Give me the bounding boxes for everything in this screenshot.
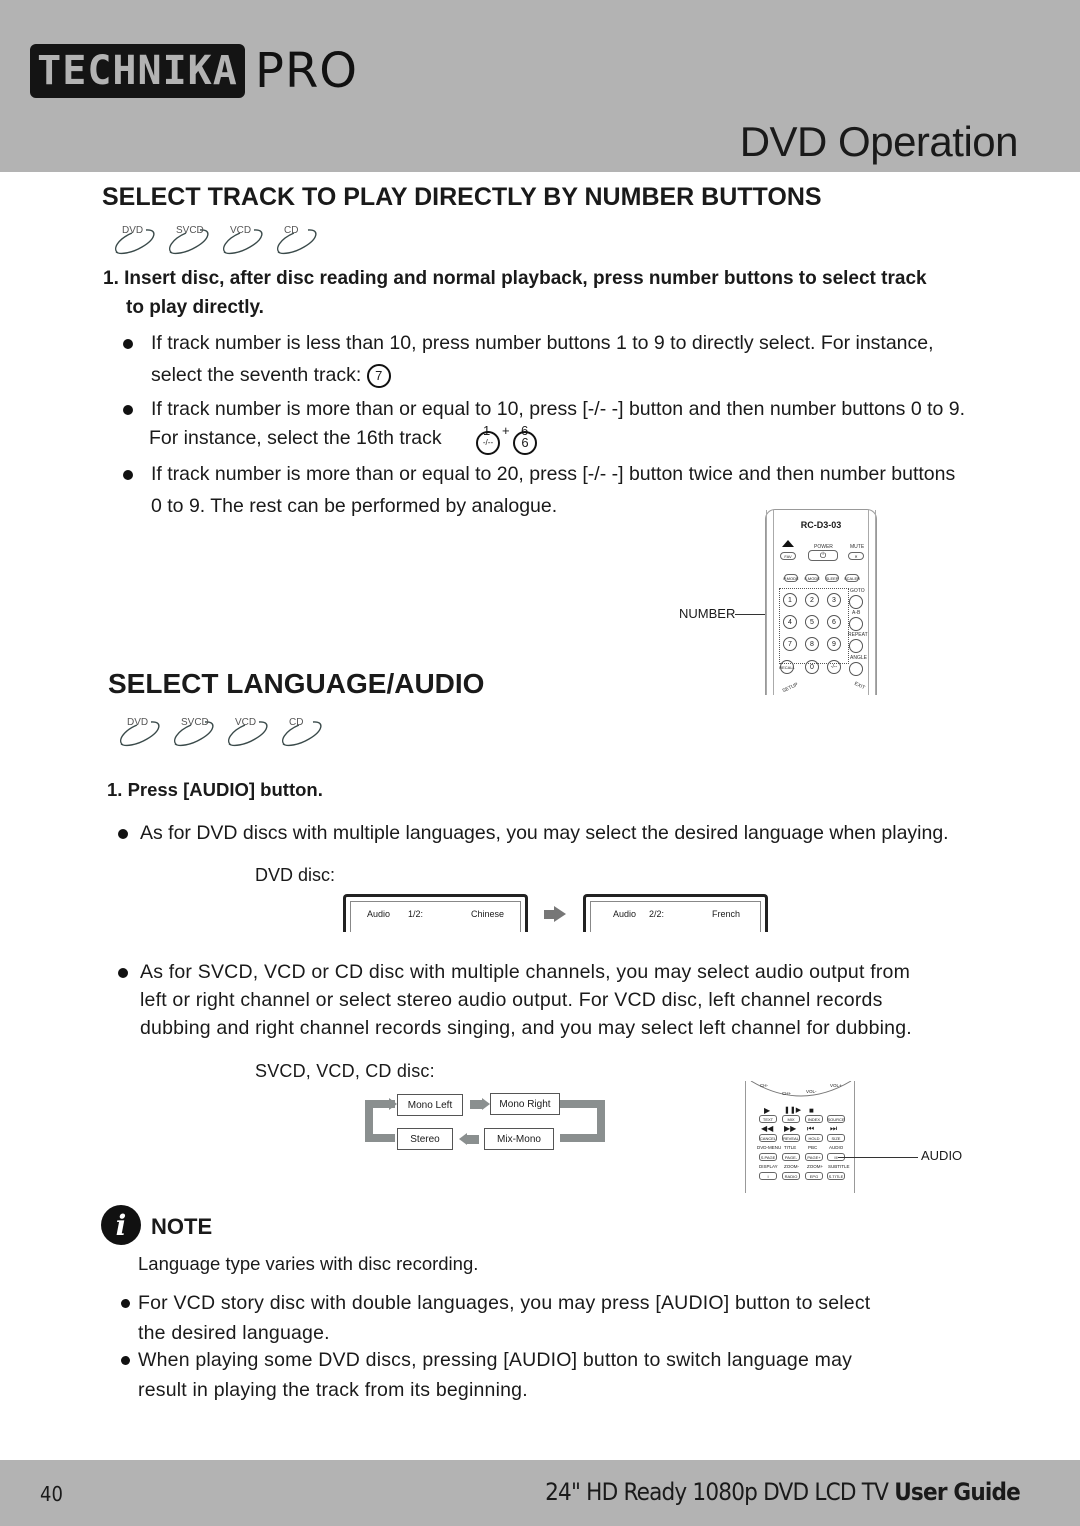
logo-suffix: PRO [255, 43, 359, 99]
previous-icon: ⏮ [807, 1124, 815, 1133]
svcd-disc-label: SVCD, VCD, CD disc: [255, 1061, 435, 1081]
disc-type-icons-audio: DVD SVCD VCD CD [115, 717, 325, 747]
audio-bullet-svcd: As for SVCD, VCD or CD disc with multipl… [118, 958, 912, 1042]
flow-stereo: Stereo [397, 1128, 453, 1150]
rewind-icon: ◀◀ [761, 1124, 774, 1133]
disc-icon-dvd: DVD [110, 225, 158, 255]
remote-audio-illustration: CH- CH+ VOL- VOL+ ▶ ❚❚▶ ■ TEXT MIX INDEX… [745, 1081, 855, 1193]
guide-title: 24" HD Ready 1080p DVD LCD TV User Guide [545, 1478, 1021, 1506]
arrow-right-icon [544, 910, 554, 919]
number-button-6-icon: 6 [513, 431, 537, 455]
bullet-dot [123, 470, 133, 480]
eject-icon [782, 540, 794, 547]
play-icon: ▶ [764, 1106, 771, 1115]
disc-icon-vcd: VCD [223, 717, 271, 747]
track-step-1: 1. Insert disc, after disc reading and n… [103, 268, 927, 318]
pause-play-icon: ❚❚▶ [784, 1107, 802, 1114]
logo-text: TECHNIKA [37, 48, 238, 94]
fav-button: FAV [780, 552, 796, 560]
bullet-dot [123, 405, 133, 415]
remote-model: RC-D3-03 [800, 520, 842, 530]
arrow-right-icon [482, 1098, 490, 1110]
bullet-dot [118, 968, 128, 978]
remote-control-illustration: RC-D3-03 POWER MUTE FAV ⏻ ✕ P.MODE S.MOD… [765, 509, 877, 695]
disc-icon-svcd: SVCD [169, 717, 217, 747]
bullet-dot [118, 829, 128, 839]
audio-bullet-dvd: As for DVD discs with multiple languages… [118, 817, 949, 849]
arrow-left-icon [459, 1133, 467, 1145]
disc-icon-dvd: DVD [115, 717, 163, 747]
number-callout: NUMBER [679, 606, 736, 621]
mute-icon: ✕ [848, 552, 864, 560]
bullet-dot [123, 339, 133, 349]
disc-icon-cd: CD [272, 225, 320, 255]
power-icon: ⏻ [808, 550, 838, 561]
note-text: Language type varies with disc recording… [138, 1253, 479, 1274]
flow-mono-left: Mono Left [397, 1094, 463, 1116]
note-bullet-2: When playing some DVD discs, pressing [A… [121, 1345, 852, 1405]
next-icon: ⏭ [830, 1124, 838, 1133]
flow-mono-right: Mono Right [490, 1093, 560, 1115]
logo-badge: TECHNIKA [30, 44, 245, 98]
brand-logo: TECHNIKA PRO [30, 43, 358, 99]
disc-icon-vcd: VCD [218, 225, 266, 255]
flow-mix-mono: Mix-Mono [484, 1128, 554, 1150]
page-footer: 40 24" HD Ready 1080p DVD LCD TV User Gu… [0, 1460, 1080, 1526]
fast-forward-icon: ▶▶ [784, 1124, 797, 1133]
arrow-right-icon [389, 1098, 397, 1110]
track-bullet-2: If track number is more than or equal to… [123, 393, 965, 455]
stop-icon: ■ [809, 1106, 814, 1115]
dash-button-icon: -/-- [476, 431, 500, 455]
track-section-heading: SELECT TRACK TO PLAY DIRECTLY BY NUMBER … [102, 183, 822, 211]
page-number: 40 [40, 1482, 63, 1506]
bullet-dot [121, 1356, 130, 1365]
audio-section-heading: SELECT LANGUAGE/AUDIO [108, 668, 485, 699]
flow-bracket-right [560, 1100, 605, 1142]
osd-audio-1: Audio 1/2: Chinese [343, 894, 528, 932]
track-bullet-1: If track number is less than 10, press n… [123, 327, 934, 391]
disc-icon-cd: CD [277, 717, 325, 747]
bullet-dot [121, 1299, 130, 1308]
note-bullet-1: For VCD story disc with double languages… [121, 1288, 870, 1348]
audio-callout: AUDIO [921, 1148, 963, 1163]
audio-callout-line [838, 1157, 918, 1158]
disc-icon-svcd: SVCD [164, 225, 212, 255]
note-title: NOTE [151, 1214, 213, 1239]
osd-audio-2: Audio 2/2: French [583, 894, 768, 932]
page-header: TECHNIKA PRO DVD Operation [0, 0, 1080, 172]
section-title: DVD Operation [739, 118, 1019, 165]
info-icon: i [101, 1205, 141, 1245]
disc-type-icons: DVD SVCD VCD CD [110, 225, 320, 255]
dvd-disc-label: DVD disc: [255, 865, 336, 885]
audio-step-1: 1. Press [AUDIO] button. [107, 779, 323, 800]
number-button-7-icon: 7 [366, 363, 391, 388]
